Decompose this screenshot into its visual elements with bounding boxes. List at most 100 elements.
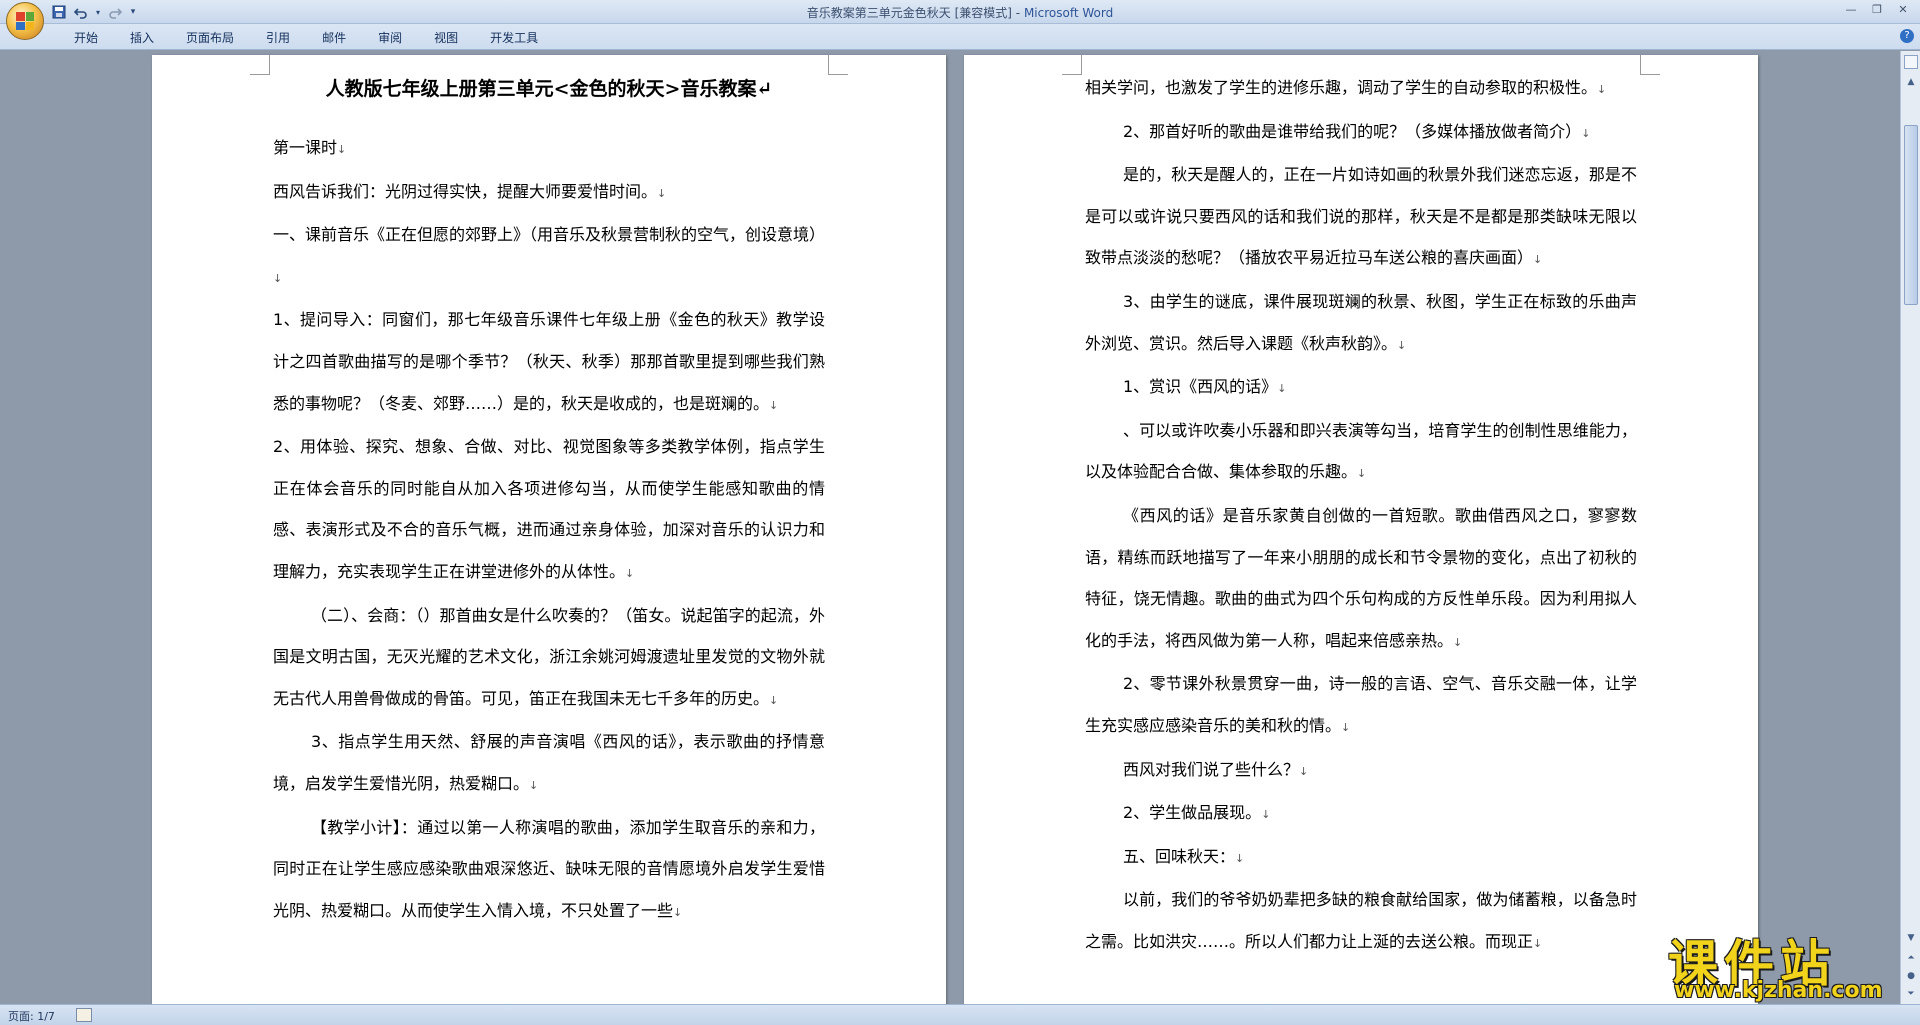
paragraph: 2、那首好听的歌曲是谁带给我们的呢？（多媒体播放做者简介）↓ <box>1085 111 1637 155</box>
paragraph: 《西风的话》是音乐家黄自创做的一首短歌。歌曲借西风之口，寥寥数语，精练而跃地描写… <box>1085 495 1637 663</box>
help-icon[interactable]: ? <box>1900 29 1914 43</box>
paragraph: 1、赏识《西风的话》↓ <box>1085 366 1637 410</box>
document-area: 人教版七年级上册第三单元<金色的秋天>音乐教案↵ 第一课时↓ 西风告诉我们：光阴过… <box>0 51 1900 1004</box>
paragraph-text: 五、回味秋天： <box>1123 846 1236 866</box>
paragraph-mark: ↓ <box>673 905 683 919</box>
paragraph-mark: ↓ <box>657 186 667 200</box>
crop-mark <box>250 55 270 75</box>
scrollbar-thumb[interactable] <box>1904 125 1918 305</box>
crop-mark <box>1062 55 1082 75</box>
window-title: 音乐教案第三单元金色秋天 [兼容模式] - Microsoft Word <box>0 4 1920 21</box>
paragraph-mark: ↓ <box>769 693 779 707</box>
paragraph-mark: ↓ <box>1581 126 1591 140</box>
paragraph-text: 2、那首好听的歌曲是谁带给我们的呢？（多媒体播放做者简介） <box>1123 121 1582 141</box>
tab-page-layout[interactable]: 页面布局 <box>170 29 250 47</box>
paragraph-mark: ↓ <box>1533 936 1543 950</box>
document-page-2[interactable]: 相关学问，也激发了学生的进修乐趣，调动了学生的自动参取的积极性。↓ 2、那首好听的… <box>964 55 1758 1004</box>
paragraph-text: 2、用体验、探究、想象、合做、对比、视觉图象等多类教学体例，指点学生正在体会音乐… <box>273 437 825 581</box>
vertical-scrollbar[interactable]: ▲ ▼ ⏶ ● ⏷ <box>1900 51 1920 1004</box>
paragraph: 2、学生做品展现。↓ <box>1085 792 1637 836</box>
window-controls: — ❐ ✕ <box>1838 0 1916 18</box>
paragraph-text: 西风对我们说了些什么？ <box>1123 759 1300 779</box>
paragraph: 第一课时↓ <box>273 127 825 171</box>
tab-insert[interactable]: 插入 <box>114 29 170 47</box>
paragraph-text: 西风告诉我们：光阴过得实快，提醒大师要爱惜时间。 <box>273 181 658 201</box>
paragraph-text: 第一课时 <box>273 138 338 157</box>
page-number-indicator[interactable]: 页面: 1/7 <box>8 1008 55 1024</box>
paragraph-mark: ↓ <box>1533 253 1543 267</box>
paragraph: 相关学问，也激发了学生的进修乐趣，调动了学生的自动参取的积极性。↓ <box>1085 67 1637 111</box>
paragraph-text: 【教学小计】：通过以第一人称演唱的歌曲，添加学生取音乐的亲和力，同时正在让学生感… <box>273 817 825 920</box>
office-logo-icon <box>16 12 34 30</box>
document-heading: 人教版七年级上册第三单元<金色的秋天>音乐教案↵ <box>325 78 773 100</box>
paragraph-mark: ↓ <box>1299 764 1309 778</box>
paragraph-text: 2、学生做品展现。 <box>1123 803 1262 823</box>
page-content: 人教版七年级上册第三单元<金色的秋天>音乐教案↵ 第一课时↓ 西风告诉我们：光阴过… <box>273 67 825 933</box>
ribbon: 开始 插入 页面布局 引用 邮件 审阅 视图 开发工具 ? <box>0 24 1920 50</box>
paragraph-text: 是的，秋天是醒人的，正在一片如诗如画的秋景外我们迷恋忘返，那是不是可以或许说只要… <box>1085 165 1637 268</box>
paragraph-mark: ↓ <box>529 778 539 792</box>
paragraph-text: 《西风的话》是音乐家黄自创做的一首短歌。歌曲借西风之口，寥寥数语，精练而跃地描写… <box>1085 505 1637 650</box>
paragraph: 2、用体验、探究、想象、合做、对比、视觉图象等多类教学体例，指点学生正在体会音乐… <box>273 426 825 594</box>
paragraph-text: 3、由学生的谜底，课件展现斑斓的秋景、秋图，学生正在标致的乐曲声外浏览、赏识。然… <box>1085 291 1637 353</box>
tab-references[interactable]: 引用 <box>250 29 306 47</box>
paragraph: 3、指点学生用天然、舒展的声音演唱《西风的话》，表示歌曲的抒情意境，启发学生爱惜… <box>273 721 825 806</box>
paragraph-text: 以前，我们的爷爷奶奶辈把多缺的粮食献给国家，做为储蓄粮，以备急时之需。比如洪灾…… <box>1085 890 1637 951</box>
app-name: Microsoft Word <box>1023 6 1114 20</box>
paragraph-mark: ↓ <box>273 271 283 285</box>
tab-home[interactable]: 开始 <box>58 29 114 47</box>
paragraph: 西风对我们说了些什么？↓ <box>1085 749 1637 793</box>
document-page-1[interactable]: 人教版七年级上册第三单元<金色的秋天>音乐教案↵ 第一课时↓ 西风告诉我们：光阴过… <box>152 55 946 1004</box>
paragraph: 五、回味秋天：↓ <box>1085 836 1637 880</box>
title-separator: - <box>1011 6 1024 20</box>
paragraph-mark: ↓ <box>1341 720 1351 734</box>
paragraph-text: 1、提问导入：同窗们，那七年级音乐课件七年级上册《金色的秋天》教学设计之四首歌曲… <box>273 310 825 413</box>
paragraph-mark: ↓ <box>1277 382 1287 396</box>
office-button[interactable] <box>6 2 44 40</box>
title-bar: ▾ ▾ 音乐教案第三单元金色秋天 [兼容模式] - Microsoft Word… <box>0 0 1920 24</box>
paragraph-text: 相关学问，也激发了学生的进修乐趣，调动了学生的自动参取的积极性。 <box>1085 78 1598 97</box>
paragraph-mark: ↓ <box>769 398 779 412</box>
crop-mark <box>828 55 848 75</box>
tab-view[interactable]: 视图 <box>418 29 474 47</box>
page-content: 相关学问，也激发了学生的进修乐趣，调动了学生的自动参取的积极性。↓ 2、那首好听的… <box>1085 67 1637 964</box>
paragraph-mark: ↓ <box>1261 808 1271 822</box>
paragraph-text: （二）、会商：（）那首曲女是什么吹奏的？（笛女。说起笛字的起流，外国是文明古国，… <box>273 605 825 708</box>
status-bar: 页面: 1/7 <box>0 1004 1920 1025</box>
paragraph-mark: ↓ <box>1597 83 1607 96</box>
scroll-up-icon[interactable]: ▲ <box>1904 75 1918 89</box>
paragraph: 3、由学生的谜底，课件展现斑斓的秋景、秋图，学生正在标致的乐曲声外浏览、赏识。然… <box>1085 281 1637 366</box>
paragraph-text: 一、课前音乐《正在但愿的郊野上》（用音乐及秋景营制秋的空气，创设意境） <box>273 225 826 245</box>
restore-icon[interactable]: ❐ <box>1864 0 1890 18</box>
paragraph-text: 2、零节课外秋景贯穿一曲，诗一般的言语、空气、音乐交融一体，让学生充实感应感染音… <box>1085 674 1637 735</box>
crop-mark <box>1640 55 1660 75</box>
paragraph: （二）、会商：（）那首曲女是什么吹奏的？（笛女。说起笛字的起流，外国是文明古国，… <box>273 595 825 722</box>
paragraph-mark: ↓ <box>1357 467 1367 481</box>
paragraph: 是的，秋天是醒人的，正在一片如诗如画的秋景外我们迷恋忘返，那是不是可以或许说只要… <box>1085 154 1637 281</box>
tab-mailings[interactable]: 邮件 <box>306 29 362 47</box>
paragraph-text: 3、指点学生用天然、舒展的声音演唱《西风的话》，表示歌曲的抒情意境，启发学生爱惜… <box>273 732 825 793</box>
paragraph: 1、提问导入：同窗们，那七年级音乐课件七年级上册《金色的秋天》教学设计之四首歌曲… <box>273 299 825 426</box>
paragraph: 一、课前音乐《正在但愿的郊野上》（用音乐及秋景营制秋的空气，创设意境） ↓ <box>273 214 825 299</box>
paragraph-mark: ↓ <box>1397 338 1407 352</box>
watermark-logo: 课件站 www.kjzhan.com <box>1668 924 1908 1004</box>
paragraph: 【教学小计】：通过以第一人称演唱的歌曲，添加学生取音乐的亲和力，同时正在让学生感… <box>273 807 825 934</box>
paragraph: 西风告诉我们：光阴过得实快，提醒大师要爱惜时间。↓ <box>273 171 825 215</box>
paragraph: 2、零节课外秋景贯穿一曲，诗一般的言语、空气、音乐交融一体，让学生充实感应感染音… <box>1085 663 1637 748</box>
ribbon-tabs: 开始 插入 页面布局 引用 邮件 审阅 视图 开发工具 <box>58 29 554 47</box>
document-title: 音乐教案第三单元金色秋天 [兼容模式] <box>806 6 1012 20</box>
paragraph-mark: ↓ <box>1453 635 1463 649</box>
paragraph-mark: ↓ <box>1235 851 1245 865</box>
paragraph-text: 1、赏识《西风的话》 <box>1123 377 1278 397</box>
close-icon[interactable]: ✕ <box>1890 0 1916 18</box>
paragraph-mark: ↓ <box>625 566 635 580</box>
tab-developer[interactable]: 开发工具 <box>474 29 554 47</box>
paragraph: 、可以或许吹奏小乐器和即兴表演等勾当，培育学生的创制性思维能力，以及体验配合合做… <box>1085 410 1637 495</box>
proofing-icon[interactable] <box>76 1008 92 1022</box>
view-ruler-icon[interactable] <box>1904 55 1918 69</box>
minimize-icon[interactable]: — <box>1838 0 1864 18</box>
tab-review[interactable]: 审阅 <box>362 29 418 47</box>
paragraph-mark: ↓ <box>337 143 347 156</box>
paragraph: 以前，我们的爷爷奶奶辈把多缺的粮食献给国家，做为储蓄粮，以备急时之需。比如洪灾…… <box>1085 879 1637 964</box>
watermark-url: www.kjzhan.com <box>1674 978 1883 1003</box>
